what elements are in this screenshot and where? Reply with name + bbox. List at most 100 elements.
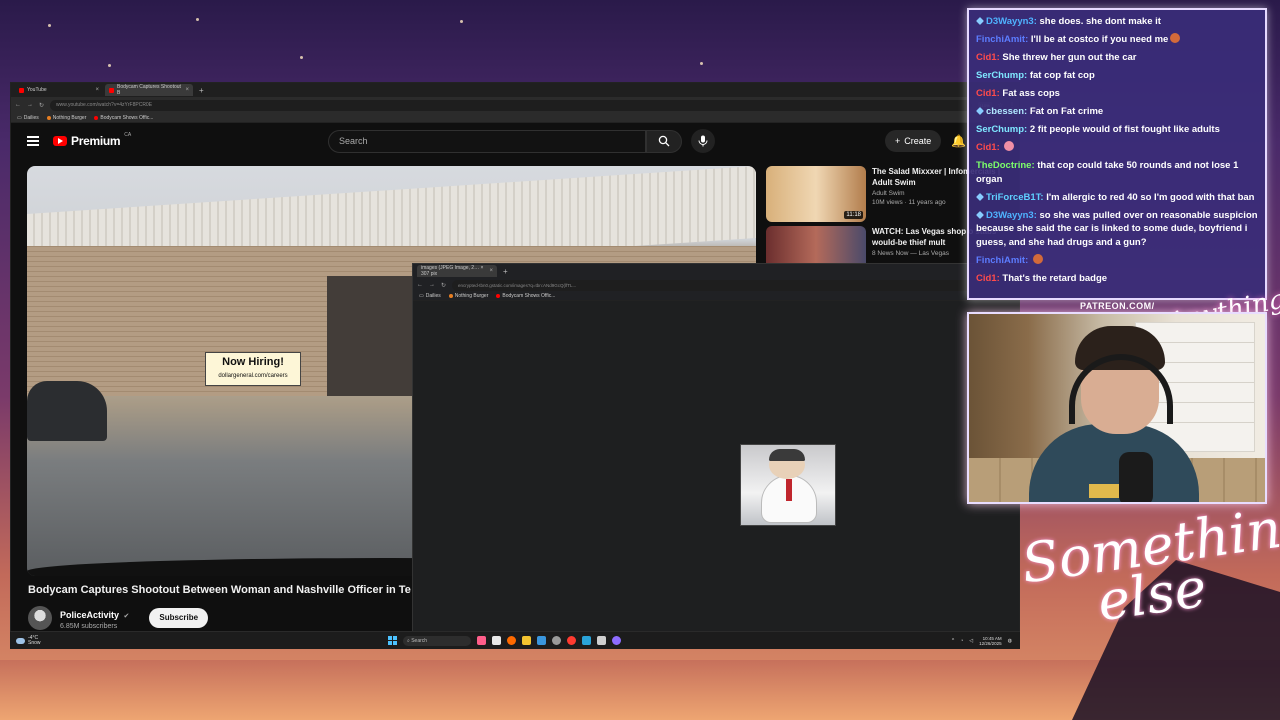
bookmark-item[interactable]: Nothing Burger bbox=[448, 293, 489, 299]
taskbar-app-icon[interactable] bbox=[567, 636, 576, 645]
verified-icon: ✔ bbox=[123, 613, 130, 620]
chat-text: I'll be at costco if you need me bbox=[1030, 34, 1169, 45]
firefox-icon[interactable] bbox=[507, 636, 516, 645]
chat-text: She threw her gun out the car bbox=[1002, 52, 1137, 63]
channel-name[interactable]: PoliceActivity bbox=[60, 610, 119, 620]
chat-username[interactable]: FinchiAmit bbox=[976, 255, 1025, 266]
chat-text: fat cop fat cop bbox=[1029, 70, 1095, 81]
bookmark-item[interactable]: Bodycam Shows Offic... bbox=[94, 115, 153, 121]
background-star bbox=[196, 18, 199, 21]
bookmark-item[interactable]: Bodycam Shows Offic... bbox=[496, 293, 555, 299]
chat-emote-icon bbox=[1032, 253, 1043, 264]
search-icon bbox=[658, 135, 670, 147]
bookmarks-bar: ▭ Dailies Nothing Burger Bodycam Shows Of… bbox=[11, 113, 1019, 123]
bookmark-favicon-icon bbox=[448, 294, 453, 298]
forward-icon[interactable]: → bbox=[27, 102, 33, 108]
bookmark-folder[interactable]: ▭ Dailies bbox=[419, 293, 441, 299]
close-tab-icon[interactable]: × bbox=[489, 268, 493, 274]
chat-username[interactable]: FinchiAmit bbox=[976, 34, 1025, 45]
chat-message: TheDoctrine: that cop could take 50 roun… bbox=[976, 160, 1239, 185]
weather-widget[interactable]: -4°C Snow bbox=[16, 635, 41, 646]
taskbar-app-icon[interactable] bbox=[477, 636, 486, 645]
chat-message: SerChump: 2 fit people would of fist fou… bbox=[976, 124, 1220, 135]
chat-username[interactable]: TheDoctrine bbox=[976, 160, 1031, 171]
tab-label: YouTube bbox=[27, 87, 47, 93]
character-hat bbox=[769, 449, 805, 461]
subscribe-button[interactable]: Subscribe bbox=[149, 607, 209, 628]
browser-tab-image[interactable]: images (JPEG Image, 2… × 307 pix × bbox=[417, 265, 497, 277]
chat-username[interactable]: SerChump bbox=[976, 124, 1024, 135]
chat-username[interactable]: Cid1 bbox=[976, 142, 997, 153]
close-tab-icon[interactable]: × bbox=[95, 87, 99, 93]
chat-username[interactable]: SerChump bbox=[976, 70, 1024, 81]
sign-title: Now Hiring! bbox=[222, 356, 284, 368]
chat-username[interactable]: cbessen bbox=[986, 106, 1024, 117]
displayed-image[interactable] bbox=[740, 444, 836, 526]
bookmark-label: Nothing Burger bbox=[454, 293, 489, 299]
chat-text: Fat on Fat crime bbox=[1029, 106, 1104, 117]
folder-icon: ▭ bbox=[17, 114, 22, 121]
bookmark-label: Dailies bbox=[425, 293, 441, 299]
voice-search-button[interactable] bbox=[691, 129, 715, 153]
taskbar-app-icon[interactable] bbox=[612, 636, 621, 645]
bookmark-item[interactable]: Nothing Burger bbox=[46, 115, 86, 121]
address-bar[interactable]: www.youtube.com/watch?v=4zYrF8PCR0E bbox=[50, 99, 972, 111]
chat-username[interactable]: TriForceB1T bbox=[986, 192, 1040, 203]
taskbar-app-icon[interactable] bbox=[492, 636, 501, 645]
network-icon[interactable]: ◔ bbox=[960, 638, 963, 644]
chat-message: Cid1: Fat ass cops bbox=[976, 88, 1060, 99]
bookmark-label: Bodycam Shows Offic... bbox=[100, 114, 154, 121]
background-star bbox=[700, 62, 703, 65]
volume-icon[interactable]: ◁ bbox=[969, 638, 973, 644]
steam-icon[interactable] bbox=[582, 636, 591, 645]
chat-username[interactable]: D3Wayyn3 bbox=[986, 210, 1034, 221]
cloud-icon bbox=[16, 637, 25, 644]
shirt-logo bbox=[1089, 484, 1119, 498]
address-bar[interactable]: encrypted-tbn0.gstatic.com/images?q=tbn:… bbox=[452, 279, 1016, 291]
file-explorer-icon[interactable] bbox=[522, 636, 531, 645]
chat-username[interactable]: Cid1 bbox=[976, 52, 997, 63]
taskbar-app-icon[interactable] bbox=[537, 636, 546, 645]
background-star bbox=[300, 56, 303, 59]
browser-tab-youtube[interactable]: YouTube × bbox=[15, 84, 103, 96]
new-tab-icon[interactable]: + bbox=[499, 267, 512, 276]
back-icon[interactable]: ← bbox=[15, 102, 21, 108]
chat-message: SerChump: fat cop fat cop bbox=[976, 70, 1095, 81]
chat-badge-icon bbox=[976, 107, 984, 115]
create-button[interactable]: + Create bbox=[885, 130, 942, 152]
taskbar-app-icon[interactable] bbox=[597, 636, 606, 645]
browser-tab-video[interactable]: Bodycam Captures Shootout B × bbox=[105, 84, 193, 96]
youtube-play-icon bbox=[53, 136, 67, 146]
bookmark-folder[interactable]: ▭ Dailies bbox=[17, 115, 39, 121]
notifications-bell-icon[interactable]: 🔔 bbox=[951, 134, 966, 148]
chat-username[interactable]: Cid1 bbox=[976, 273, 997, 284]
search-input[interactable]: Search bbox=[328, 129, 646, 153]
windows-start-icon[interactable] bbox=[388, 636, 397, 645]
forward-icon[interactable]: → bbox=[429, 282, 435, 288]
create-label: Create bbox=[904, 136, 932, 146]
taskbar-app-icon[interactable] bbox=[552, 636, 561, 645]
search-button[interactable] bbox=[646, 129, 682, 153]
chevron-up-icon[interactable]: ^ bbox=[952, 638, 954, 644]
clock-time: 10:45 AM bbox=[982, 635, 1002, 641]
youtube-logo[interactable]: Premium CA bbox=[53, 132, 131, 148]
notification-icon[interactable]: ◍ bbox=[1008, 638, 1012, 644]
store-sign: Now Hiring! dollargeneral.com/careers bbox=[205, 352, 301, 386]
system-clock[interactable]: 10:45 AM 12/26/2025 bbox=[979, 636, 1002, 646]
bookmark-favicon-icon bbox=[94, 115, 99, 120]
close-tab-icon[interactable]: × bbox=[185, 87, 189, 93]
chat-username[interactable]: Cid1 bbox=[976, 88, 997, 99]
menu-icon[interactable] bbox=[27, 136, 39, 146]
stream-chat: D3Wayyn3: she does. she dont make it Finc… bbox=[967, 8, 1267, 300]
taskbar-search[interactable]: ⌕ Search bbox=[403, 635, 471, 646]
weather-desc: Snow bbox=[28, 639, 41, 646]
recommendation-thumbnail[interactable]: 11:18 bbox=[766, 166, 866, 222]
reload-icon[interactable]: ↻ bbox=[441, 282, 446, 289]
reload-icon[interactable]: ↻ bbox=[39, 102, 44, 109]
back-icon[interactable]: ← bbox=[417, 282, 423, 288]
chat-badge-icon bbox=[976, 17, 984, 25]
plus-icon: + bbox=[895, 136, 901, 146]
channel-avatar[interactable] bbox=[28, 605, 52, 630]
chat-username[interactable]: D3Wayyn3 bbox=[986, 16, 1034, 27]
new-tab-icon[interactable]: + bbox=[195, 86, 208, 95]
